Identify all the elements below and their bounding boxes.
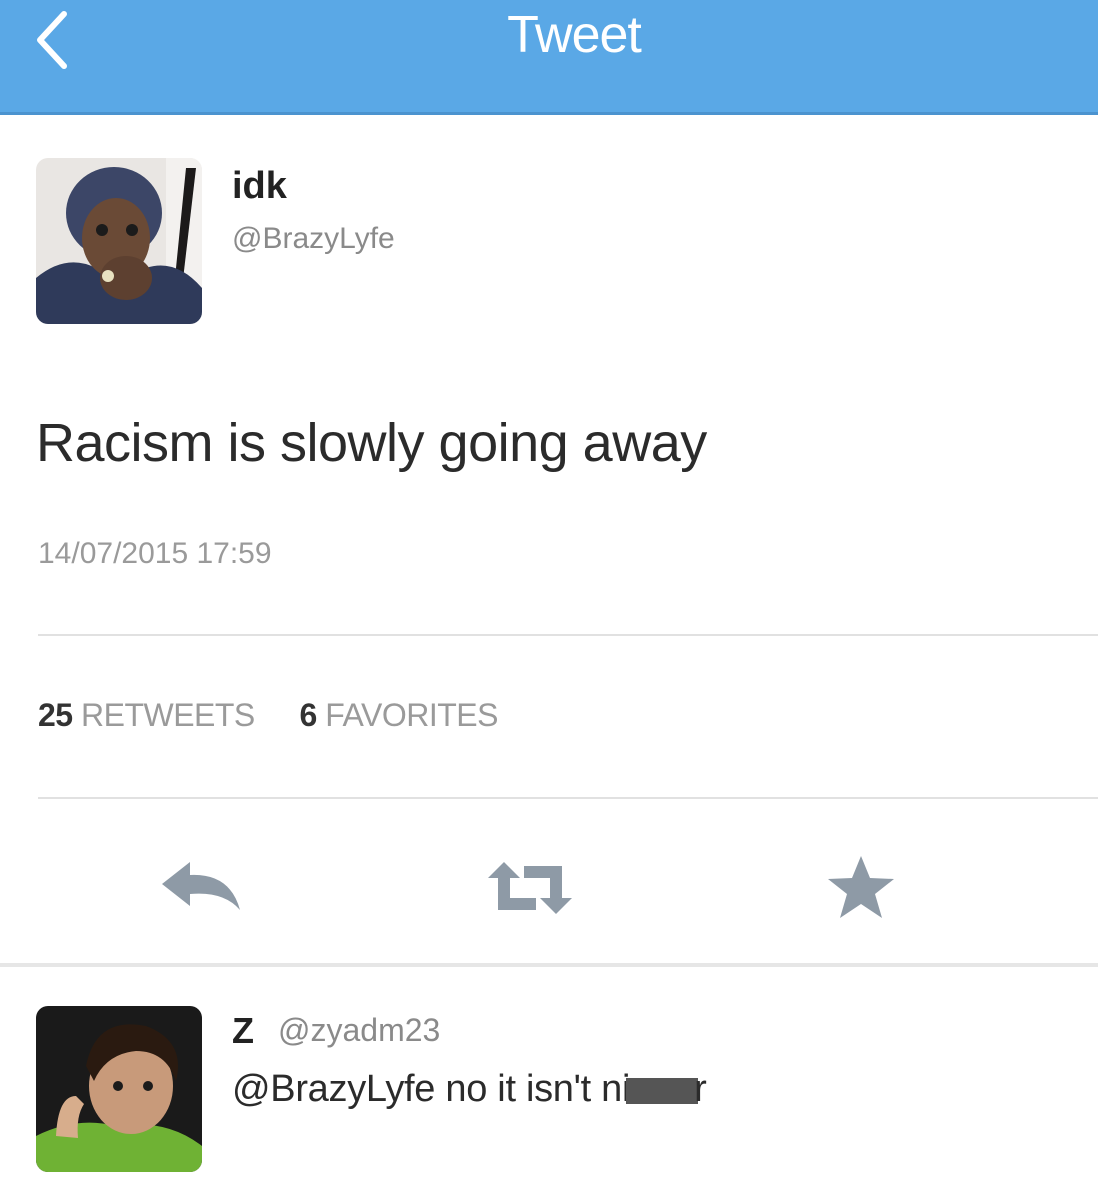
- divider: [38, 797, 1098, 799]
- favorites-count[interactable]: 6: [300, 697, 318, 733]
- favorites-label[interactable]: FAVORITES: [325, 697, 498, 733]
- top-nav-bar: Tweet: [0, 0, 1098, 115]
- censor-bar: [626, 1077, 699, 1104]
- back-button[interactable]: [22, 10, 82, 70]
- page-title: Tweet: [507, 6, 642, 64]
- author-name[interactable]: idk: [232, 165, 287, 208]
- reply-text: @BrazyLyfe no it isn't ni r: [232, 1068, 707, 1111]
- reply-icon: [162, 862, 240, 910]
- chevron-left-icon: [37, 11, 67, 69]
- reply-author-avatar[interactable]: [36, 1006, 202, 1172]
- reply-button[interactable]: [158, 858, 248, 918]
- star-icon: [828, 856, 894, 918]
- reply-author-name[interactable]: Z: [232, 1010, 254, 1052]
- tweet-timestamp: 14/07/2015 17:59: [38, 537, 272, 570]
- retweets-label[interactable]: RETWEETS: [81, 697, 255, 733]
- tweet-text: Racism is slowly going away: [36, 413, 707, 473]
- section-separator: [0, 963, 1098, 967]
- divider: [38, 634, 1098, 636]
- retweets-count[interactable]: 25: [38, 697, 73, 733]
- tweet-stats: 25 RETWEETS 6 FAVORITES: [38, 697, 498, 734]
- reply-author-handle[interactable]: @zyadm23: [278, 1012, 440, 1049]
- author-handle[interactable]: @BrazyLyfe: [232, 222, 395, 256]
- favorite-button[interactable]: [826, 854, 896, 920]
- retweet-icon: [488, 862, 572, 914]
- reply-text-end: r: [694, 1068, 707, 1110]
- reply-text-start: @BrazyLyfe no it isn't ni: [232, 1068, 631, 1110]
- author-avatar[interactable]: [36, 158, 202, 324]
- retweet-button[interactable]: [482, 858, 578, 918]
